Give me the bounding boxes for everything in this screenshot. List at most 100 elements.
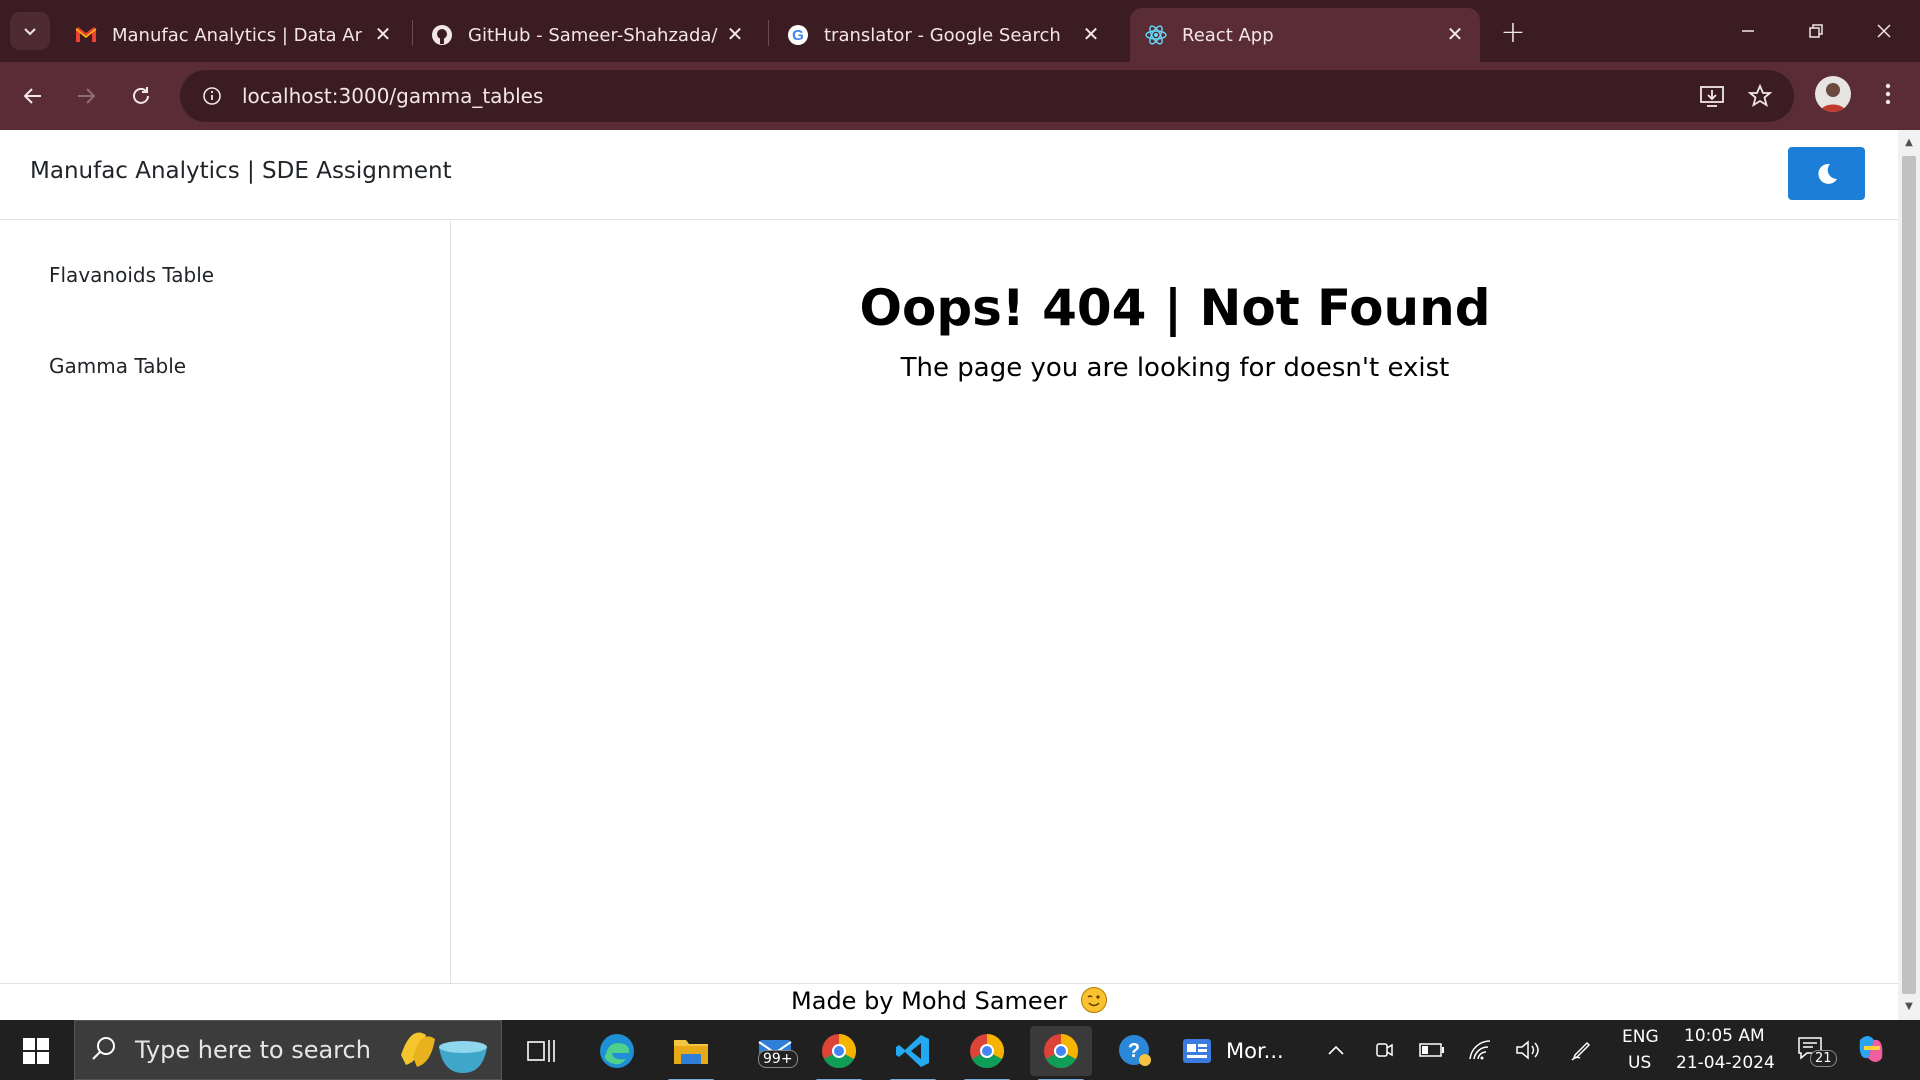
close-icon <box>1877 24 1891 38</box>
taskbar-widgets[interactable]: Mor... <box>1178 1026 1298 1076</box>
input-language[interactable]: ENG <box>1622 1027 1659 1047</box>
scroll-down-icon[interactable]: ▼ <box>1903 1002 1915 1012</box>
error-title: Oops! 404 | Not Found <box>859 279 1491 337</box>
news-widget-icon <box>1183 1039 1211 1063</box>
main-content: Oops! 404 | Not Found The page you are l… <box>452 221 1898 983</box>
close-icon[interactable]: ✕ <box>1444 22 1466 46</box>
profile-avatar[interactable] <box>1815 76 1851 112</box>
chrome-icon <box>1044 1034 1078 1068</box>
address-bar[interactable]: localhost:3000/gamma_tables <box>180 70 1794 122</box>
chrome-icon <box>970 1034 1004 1068</box>
browser-menu-button[interactable] <box>1870 74 1906 114</box>
sidebar-item-gamma[interactable]: Gamma Table <box>49 354 186 378</box>
site-info-icon[interactable] <box>194 78 230 114</box>
error-subtitle: The page you are looking for doesn't exi… <box>900 353 1450 383</box>
taskbar-edge[interactable] <box>586 1026 648 1076</box>
close-icon[interactable]: ✕ <box>372 22 394 46</box>
chevron-down-icon <box>24 28 36 36</box>
pen-menu-icon[interactable] <box>1568 1036 1596 1064</box>
search-placeholder: Type here to search <box>135 1036 371 1064</box>
chevron-up-icon <box>1328 1045 1344 1055</box>
tab-manufac-analytics[interactable]: Manufac Analytics | Data Analy ✕ <box>60 8 408 62</box>
bookmark-star-icon[interactable] <box>1744 80 1776 112</box>
close-window-button[interactable] <box>1850 0 1918 62</box>
taskbar-get-help[interactable]: ? <box>1104 1026 1166 1076</box>
address-url[interactable]: localhost:3000/gamma_tables <box>242 84 543 108</box>
taskbar-chrome-3[interactable] <box>1030 1026 1092 1080</box>
minimize-button[interactable] <box>1714 0 1782 62</box>
sidebar: Flavanoids Table Gamma Table <box>0 221 451 983</box>
folder-icon <box>674 1040 708 1064</box>
sidebar-item-flavanoids[interactable]: Flavanoids Table <box>49 263 214 287</box>
restore-button[interactable] <box>1782 0 1850 62</box>
tab-separator <box>412 20 413 46</box>
footer: Made by Mohd Sameer <box>0 983 1898 1020</box>
tab-separator <box>768 20 769 46</box>
close-icon[interactable]: ✕ <box>724 22 746 46</box>
windows-logo-icon <box>23 1038 49 1064</box>
taskbar-vscode[interactable] <box>882 1026 944 1080</box>
volume-icon[interactable] <box>1514 1036 1542 1064</box>
svg-text:?: ? <box>1128 1040 1140 1062</box>
tab-github[interactable]: GitHub - Sameer-Shahzada/Da ✕ <box>416 8 760 62</box>
start-button[interactable] <box>14 1034 58 1068</box>
taskbar-chrome-2[interactable] <box>956 1026 1018 1080</box>
tab-title: Manufac Analytics | Data Analy <box>112 24 362 46</box>
reload-button[interactable] <box>121 76 161 116</box>
task-view-icon <box>527 1040 555 1062</box>
tab-title: GitHub - Sameer-Shahzada/Da <box>468 24 718 46</box>
theme-toggle-button[interactable] <box>1788 147 1865 200</box>
forward-button[interactable] <box>66 76 106 116</box>
wifi-icon[interactable] <box>1466 1036 1494 1064</box>
search-icon <box>91 1035 117 1065</box>
notifications-button[interactable]: 21 <box>1796 1034 1837 1067</box>
restore-icon <box>1809 24 1823 38</box>
back-button[interactable] <box>13 76 53 116</box>
react-icon <box>1144 23 1168 47</box>
scroll-up-icon[interactable]: ▲ <box>1903 138 1915 148</box>
moon-icon <box>1817 163 1837 184</box>
kebab-menu-icon <box>1885 83 1891 105</box>
edge-icon <box>600 1034 634 1068</box>
clock-date[interactable]: 21-04-2024 <box>1676 1053 1775 1073</box>
clock-time[interactable]: 10:05 AM <box>1684 1026 1765 1046</box>
install-app-icon[interactable] <box>1696 80 1728 112</box>
brand-title[interactable]: Manufac Analytics | SDE Assignment <box>30 158 452 184</box>
browser-toolbar: localhost:3000/gamma_tables <box>0 62 1920 130</box>
winking-face-icon <box>1080 987 1107 1013</box>
show-hidden-icons-button[interactable] <box>1322 1036 1350 1064</box>
new-tab-button[interactable]: + <box>1495 14 1531 50</box>
chrome-icon <box>822 1034 856 1068</box>
scroll-thumb[interactable] <box>1902 156 1916 994</box>
help-icon: ? <box>1119 1035 1151 1066</box>
tab-google-search[interactable]: G translator - Google Search ✕ <box>772 8 1116 62</box>
copilot-icon[interactable] <box>1854 1032 1888 1066</box>
widget-label: Mor... <box>1226 1039 1284 1063</box>
close-icon[interactable]: ✕ <box>1080 22 1102 46</box>
arrow-left-icon <box>23 88 41 104</box>
web-page: Manufac Analytics | SDE Assignment Flava… <box>0 130 1898 1020</box>
notification-count: 21 <box>1810 1050 1837 1067</box>
gmail-icon <box>74 23 98 47</box>
input-region[interactable]: US <box>1628 1053 1651 1073</box>
taskbar-chrome-1[interactable] <box>808 1026 870 1080</box>
svg-text:G: G <box>792 27 804 44</box>
tab-search-button[interactable] <box>10 12 50 50</box>
github-icon <box>430 23 454 47</box>
battery-icon[interactable] <box>1418 1036 1446 1064</box>
vscode-icon <box>896 1035 929 1067</box>
windows-taskbar: Type here to search 99+ ? Mor... ENG US … <box>0 1020 1920 1080</box>
taskbar-mail[interactable]: 99+ <box>744 1026 806 1076</box>
tab-title: React App <box>1182 24 1274 46</box>
page-scrollbar[interactable]: ▲ ▼ <box>1898 130 1920 1020</box>
google-icon: G <box>786 23 810 47</box>
tab-title: translator - Google Search <box>824 24 1061 46</box>
footer-text: Made by Mohd Sameer <box>791 987 1068 1015</box>
taskbar-file-explorer[interactable] <box>660 1026 722 1080</box>
taskbar-search[interactable]: Type here to search <box>74 1020 502 1080</box>
reload-icon <box>133 87 149 104</box>
meet-now-icon[interactable] <box>1370 1036 1398 1064</box>
tab-react-app[interactable]: React App ✕ <box>1130 8 1480 62</box>
task-view-button[interactable] <box>510 1026 572 1076</box>
arrow-right-icon <box>78 88 96 104</box>
